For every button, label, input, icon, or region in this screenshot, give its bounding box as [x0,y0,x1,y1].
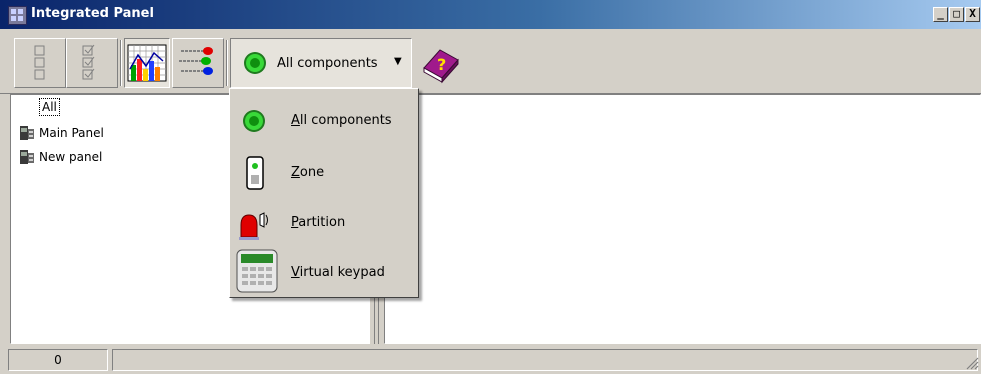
menu-item-virtual-keypad[interactable]: Virtual keypad [234,247,414,295]
status-view-button[interactable] [172,38,224,88]
list-view-button[interactable] [14,38,66,88]
filter-selected-label: All components [277,56,378,71]
menu-item-all-components[interactable]: All components [234,95,414,143]
checklist-icon [82,44,95,80]
help-button[interactable]: ? [418,38,464,88]
siren-icon [239,212,268,240]
green-dot-icon [244,52,266,74]
menu-item-label: Virtual keypad [291,265,385,280]
toolbar-separator [120,40,122,86]
chevron-down-icon: ▼ [394,56,402,67]
tree-item-label: New panel [39,150,103,164]
menu-item-label: Partition [291,215,346,230]
status-lights-icon [179,47,213,75]
app-icon[interactable] [8,6,27,25]
title-bar: Integrated Panel _ □ X [0,0,981,29]
close-button[interactable]: X [965,7,980,22]
menu-item-zone[interactable]: Zone [234,147,414,195]
help-question-mark: ? [437,55,446,74]
component-filter-dropdown[interactable]: All components ▼ [230,38,412,88]
help-book-icon: ? [423,49,459,84]
menu-item-partition[interactable]: Partition [234,197,414,245]
minimize-button[interactable]: _ [933,7,948,22]
list-icon [34,45,45,80]
chart-view-button[interactable] [124,38,170,88]
checklist-view-button[interactable] [66,38,118,88]
tree-item-label: Main Panel [39,126,104,140]
status-count: 0 [8,349,108,371]
resize-grip-icon[interactable] [965,356,979,370]
panel-icon [20,126,34,140]
detail-pane[interactable] [384,94,981,344]
panel-icon [20,150,34,164]
tree-item-label: All [39,98,60,116]
green-dot-icon [243,110,265,132]
status-message [112,349,978,371]
window-title: Integrated Panel [31,6,154,21]
toolbar-separator [226,40,228,86]
maximize-button[interactable]: □ [949,7,964,22]
keypad-icon [236,249,278,293]
component-filter-menu: All components Zone Partition Virtual ke… [229,88,419,298]
zone-icon [246,156,264,190]
bar-chart-icon [127,44,167,82]
status-bar: 0 [0,346,981,374]
menu-item-label: All components [291,113,392,128]
menu-item-label: Zone [291,165,325,180]
